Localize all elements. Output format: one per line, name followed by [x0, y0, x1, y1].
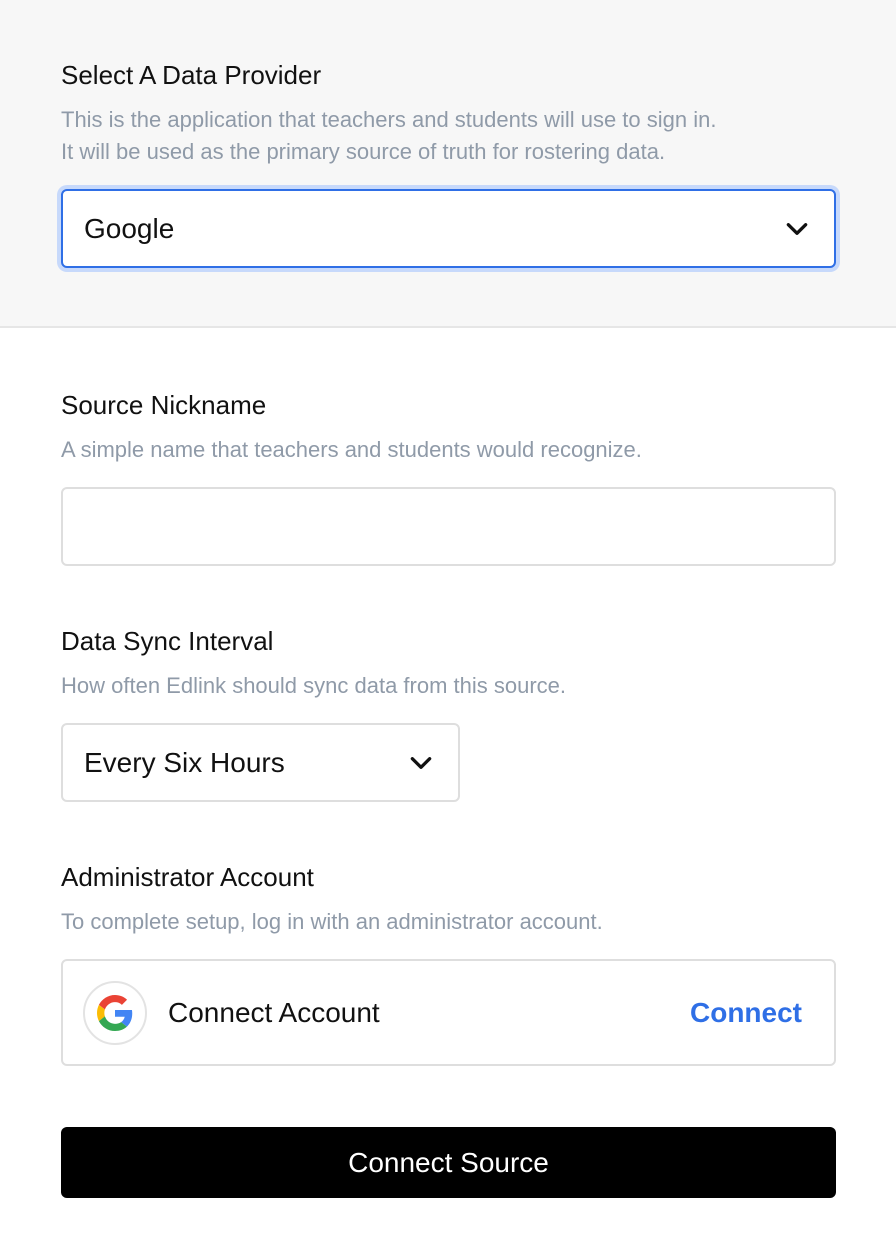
- provider-title: Select A Data Provider: [61, 60, 322, 90]
- sync-interval-description: How often Edlink should sync data from t…: [61, 673, 567, 698]
- chevron-down-icon: [786, 222, 808, 235]
- admin-account-card: Connect Account Connect: [61, 959, 836, 1066]
- admin-account-description: To complete setup, log in with an admini…: [61, 909, 603, 934]
- nickname-input[interactable]: [61, 487, 836, 566]
- connect-source-button[interactable]: Connect Source: [61, 1127, 836, 1198]
- provider-section: Select A Data Provider This is the appli…: [0, 0, 896, 328]
- provider-select-value: Google: [84, 212, 175, 244]
- connect-link[interactable]: Connect: [690, 997, 802, 1029]
- google-logo-icon: [83, 981, 147, 1045]
- nickname-description: A simple name that teachers and students…: [61, 437, 642, 462]
- sync-interval-select-value: Every Six Hours: [84, 746, 285, 778]
- provider-description-line-2: It will be used as the primary source of…: [61, 139, 666, 164]
- sync-interval-select[interactable]: Every Six Hours: [61, 723, 460, 802]
- nickname-title: Source Nickname: [61, 390, 267, 420]
- connect-account-label: Connect Account: [168, 996, 380, 1028]
- provider-description-line-1: This is the application that teachers an…: [61, 107, 717, 132]
- chevron-down-icon: [410, 756, 432, 769]
- admin-account-title: Administrator Account: [61, 862, 314, 892]
- sync-interval-title: Data Sync Interval: [61, 626, 274, 656]
- provider-select[interactable]: Google: [61, 189, 836, 268]
